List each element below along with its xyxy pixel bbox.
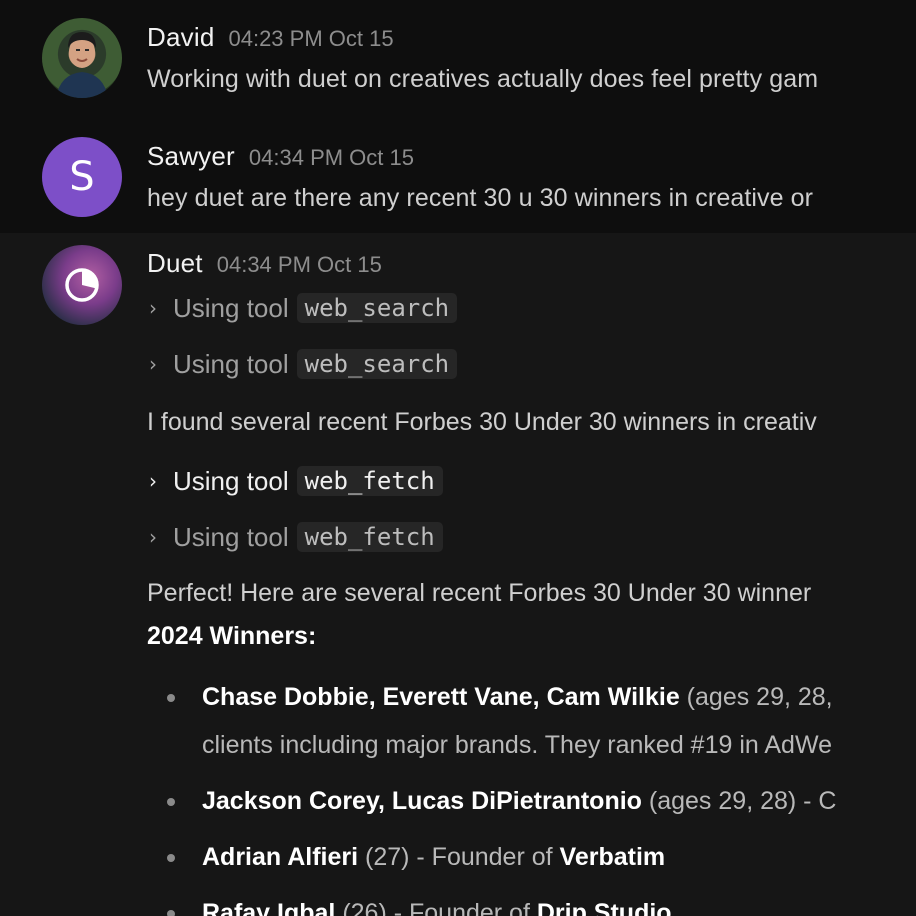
tool-call-toggle[interactable]: › Using tool web_search	[149, 292, 916, 324]
response-paragraph: Perfect! Here are several recent Forbes …	[147, 579, 812, 607]
winner-details-continued: clients including major brands. They ran…	[202, 731, 832, 759]
tool-name: web_fetch	[296, 466, 443, 496]
chevron-right-icon: ›	[149, 525, 157, 549]
list-item: Jackson Corey, Lucas DiPietrantonio (age…	[147, 777, 916, 825]
list-item: Adrian Alfieri (27) - Founder of Verbati…	[147, 833, 916, 881]
author-name: Duet	[147, 248, 203, 278]
chevron-right-icon: ›	[149, 296, 157, 320]
winners-list: Chase Dobbie, Everett Vane, Cam Wilkie (…	[147, 673, 916, 916]
winner-names: Rafay Iqbal	[202, 899, 336, 916]
message-text: hey duet are there any recent 30 u 30 wi…	[147, 184, 814, 212]
company-name: Verbatim	[559, 843, 666, 871]
list-item: Chase Dobbie, Everett Vane, Cam Wilkie (…	[147, 673, 916, 769]
winner-names: Jackson Corey, Lucas DiPietrantonio	[202, 787, 642, 815]
winner-names: Adrian Alfieri	[202, 843, 359, 871]
winner-details: (26) - Founder of	[335, 899, 537, 916]
winner-details: (ages 29, 28) - C	[641, 787, 837, 815]
author-name: David	[147, 22, 215, 52]
winner-names: Chase Dobbie, Everett Vane, Cam Wilkie	[202, 683, 680, 711]
company-name: Drip Studio	[536, 899, 672, 916]
bullet	[167, 854, 175, 862]
tool-call-label: Using tool	[173, 292, 289, 323]
message-timestamp: 04:34 PM Oct 15	[216, 252, 382, 277]
list-item: Rafay Iqbal (26) - Founder of Drip Studi…	[147, 889, 916, 916]
bullet	[167, 798, 175, 806]
section-heading: 2024 Winners:	[147, 622, 317, 650]
message-timestamp: 04:34 PM Oct 15	[248, 145, 414, 170]
tool-call-label: Using tool	[173, 465, 289, 496]
bullet	[167, 910, 175, 916]
tool-name: web_search	[296, 349, 458, 379]
david-avatar[interactable]	[42, 18, 122, 98]
message-timestamp: 04:23 PM Oct 15	[228, 26, 394, 51]
tool-call-label: Using tool	[173, 348, 289, 379]
tool-name: web_search	[296, 293, 458, 323]
tool-name: web_fetch	[296, 522, 443, 552]
tool-call-toggle[interactable]: › Using tool web_fetch	[149, 465, 916, 497]
tool-call-toggle[interactable]: › Using tool web_fetch	[149, 521, 916, 553]
message-text: Working with duet on creatives actually …	[147, 65, 819, 93]
message-david: David 04:23 PM Oct 15 Working with duet …	[0, 0, 916, 119]
bullet	[167, 694, 175, 702]
sawyer-avatar[interactable]: S	[42, 137, 122, 217]
duet-logo-icon	[65, 268, 99, 302]
author-name: Sawyer	[147, 141, 235, 171]
tool-call-toggle[interactable]: › Using tool web_search	[149, 348, 916, 380]
response-paragraph: I found several recent Forbes 30 Under 3…	[147, 408, 817, 436]
duet-avatar[interactable]	[42, 245, 122, 325]
message-duet: Duet 04:34 PM Oct 15 › Using tool web_se…	[0, 233, 916, 916]
user-photo-icon	[56, 32, 108, 98]
message-sawyer: S Sawyer 04:34 PM Oct 15 hey duet are th…	[0, 119, 916, 233]
winner-details: (ages 29, 28,	[679, 683, 833, 711]
chevron-right-icon: ›	[149, 352, 157, 376]
tool-call-label: Using tool	[173, 521, 289, 552]
winner-details: (27) - Founder of	[358, 843, 560, 871]
chevron-right-icon: ›	[149, 469, 157, 493]
